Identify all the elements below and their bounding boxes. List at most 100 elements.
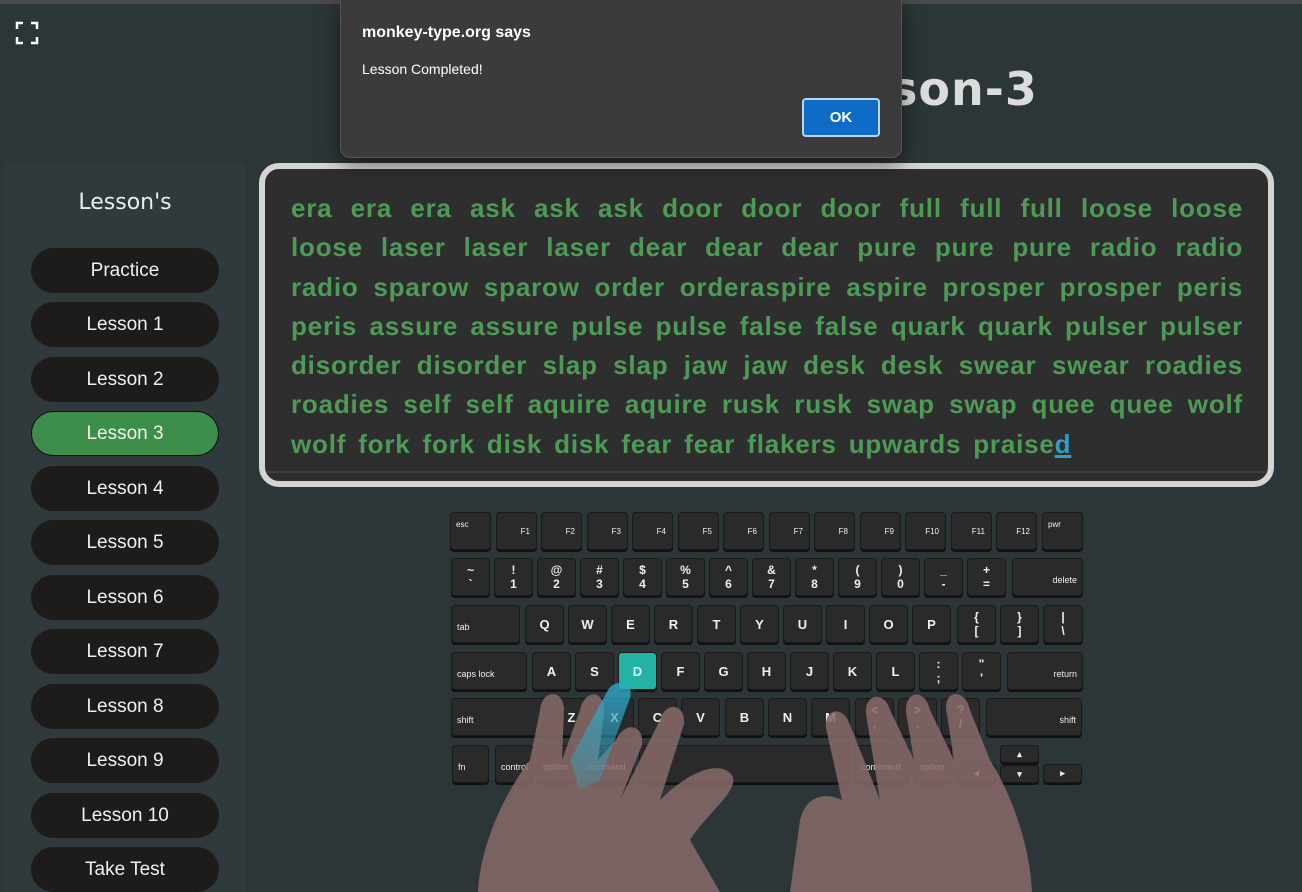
key-3: #3 — [580, 558, 619, 596]
dialog-title: monkey-type.org says — [362, 24, 531, 41]
sidebar-item-lesson-4[interactable]: Lesson 4 — [31, 466, 219, 511]
key-f3: F3 — [587, 512, 628, 550]
key-a: A — [532, 652, 571, 690]
key-esc: esc — [450, 512, 491, 550]
sidebar-item-lesson-7[interactable]: Lesson 7 — [31, 629, 219, 674]
key-f10: F10 — [905, 512, 946, 550]
key-e: E — [611, 605, 650, 643]
key-6: ^ 6 — [709, 558, 748, 596]
key-space — [639, 745, 850, 783]
key-left-bracket: {[ — [957, 605, 996, 643]
sidebar-item-lesson-6[interactable]: Lesson 6 — [31, 575, 219, 620]
key-slash: ? / — [941, 698, 980, 736]
key-quote: " ' — [962, 652, 1001, 690]
key-v: V — [681, 698, 720, 736]
key-4: $4 — [623, 558, 662, 596]
key-option-left: option — [537, 745, 575, 783]
key-t: T — [697, 605, 736, 643]
key-command-right: command — [855, 745, 909, 783]
key-shift-right: shift — [986, 698, 1082, 736]
key-k: K — [833, 652, 872, 690]
sidebar-item-lesson-9[interactable]: Lesson 9 — [31, 738, 219, 783]
key-7: & 7 — [752, 558, 791, 596]
key-period: >. — [898, 698, 937, 736]
sidebar-title: Lesson's — [78, 190, 172, 215]
key-shift-left: shift — [451, 698, 551, 736]
typed-text: era era era ask ask ask door door door f… — [291, 193, 1243, 459]
key-comma: <, — [855, 698, 894, 736]
key-d: D — [618, 652, 657, 690]
key-s: S — [575, 652, 614, 690]
key-tab: tab — [451, 605, 520, 643]
key-r: R — [654, 605, 693, 643]
key-f2: F2 — [541, 512, 582, 550]
key-i: I — [826, 605, 865, 643]
key-u: U — [783, 605, 822, 643]
key-option-right: option — [914, 745, 952, 783]
key-pwr: pwr — [1042, 512, 1083, 550]
key-f11: F11 — [951, 512, 992, 550]
sidebar-item-lesson-2[interactable]: Lesson 2 — [31, 357, 219, 402]
sidebar-item-practice[interactable]: Practice — [31, 248, 219, 293]
page-title-text: son-3 — [890, 62, 1038, 116]
fullscreen-icon[interactable] — [14, 20, 40, 46]
virtual-keyboard: esc F1 F2 F3 F4 F5 F6 F7 F8 F9 F10 F11 F… — [450, 510, 1086, 790]
key-o: O — [869, 605, 908, 643]
key-f6: F6 — [723, 512, 764, 550]
key-fn: fn — [452, 745, 489, 783]
key-f8: F8 — [814, 512, 855, 550]
dialog-message: Lesson Completed! — [362, 61, 483, 77]
dialog-ok-button[interactable]: OK — [802, 98, 880, 137]
key-2: @2 — [537, 558, 576, 596]
key-z: Z — [552, 698, 591, 736]
key-f1: F1 — [496, 512, 537, 550]
key-right-bracket: }] — [1000, 605, 1039, 643]
key-n: N — [768, 698, 807, 736]
key-f5: F5 — [678, 512, 719, 550]
typing-area[interactable]: era era era ask ask ask door door door f… — [259, 163, 1274, 487]
key-w: W — [568, 605, 607, 643]
key-f7: F7 — [769, 512, 810, 550]
key-q: Q — [525, 605, 564, 643]
key-f4: F4 — [632, 512, 673, 550]
key-b: B — [725, 698, 764, 736]
key-command-left: command — [580, 745, 634, 783]
key-p: P — [912, 605, 951, 643]
key-j: J — [790, 652, 829, 690]
key-f: F — [661, 652, 700, 690]
key-0: ) 0 — [881, 558, 920, 596]
key-backslash: | \ — [1043, 605, 1083, 643]
key-9: (9 — [838, 558, 877, 596]
key-caps-lock: caps lock — [451, 652, 527, 690]
key-1: ! 1 — [494, 558, 533, 596]
key-y: Y — [740, 605, 779, 643]
key-semicolon: :; — [919, 652, 958, 690]
sidebar-item-lesson-1[interactable]: Lesson 1 — [31, 302, 219, 347]
key-delete: delete — [1012, 558, 1083, 596]
key-arrow-down: ▾ — [1000, 765, 1039, 783]
sidebar-item-lesson-5[interactable]: Lesson 5 — [31, 520, 219, 565]
key-x: X — [595, 698, 634, 736]
sidebar-item-lesson-8[interactable]: Lesson 8 — [31, 684, 219, 729]
key-minus: _ - — [924, 558, 963, 596]
key-8: * 8 — [795, 558, 834, 596]
key-f12: F12 — [996, 512, 1037, 550]
key-h: H — [747, 652, 786, 690]
key-tilde: ~ ` — [451, 558, 490, 596]
current-char: d — [1054, 428, 1072, 459]
typing-area-divider — [267, 471, 1266, 473]
sidebar: Lesson's Practice Lesson 1 Lesson 2 Less… — [4, 162, 246, 892]
key-5: % 5 — [666, 558, 705, 596]
key-m: M — [811, 698, 850, 736]
sidebar-item-lesson-3[interactable]: Lesson 3 — [31, 411, 219, 456]
sidebar-item-lesson-10[interactable]: Lesson 10 — [31, 793, 219, 838]
key-g: G — [704, 652, 743, 690]
key-equals: + = — [967, 558, 1006, 596]
key-arrow-right: ▸ — [1043, 764, 1082, 783]
key-return: return — [1007, 652, 1083, 690]
key-control: control — [495, 745, 533, 783]
sidebar-item-take-test[interactable]: Take Test — [31, 847, 219, 892]
key-c: C — [638, 698, 677, 736]
key-l: L — [876, 652, 915, 690]
key-f9: F9 — [860, 512, 901, 550]
